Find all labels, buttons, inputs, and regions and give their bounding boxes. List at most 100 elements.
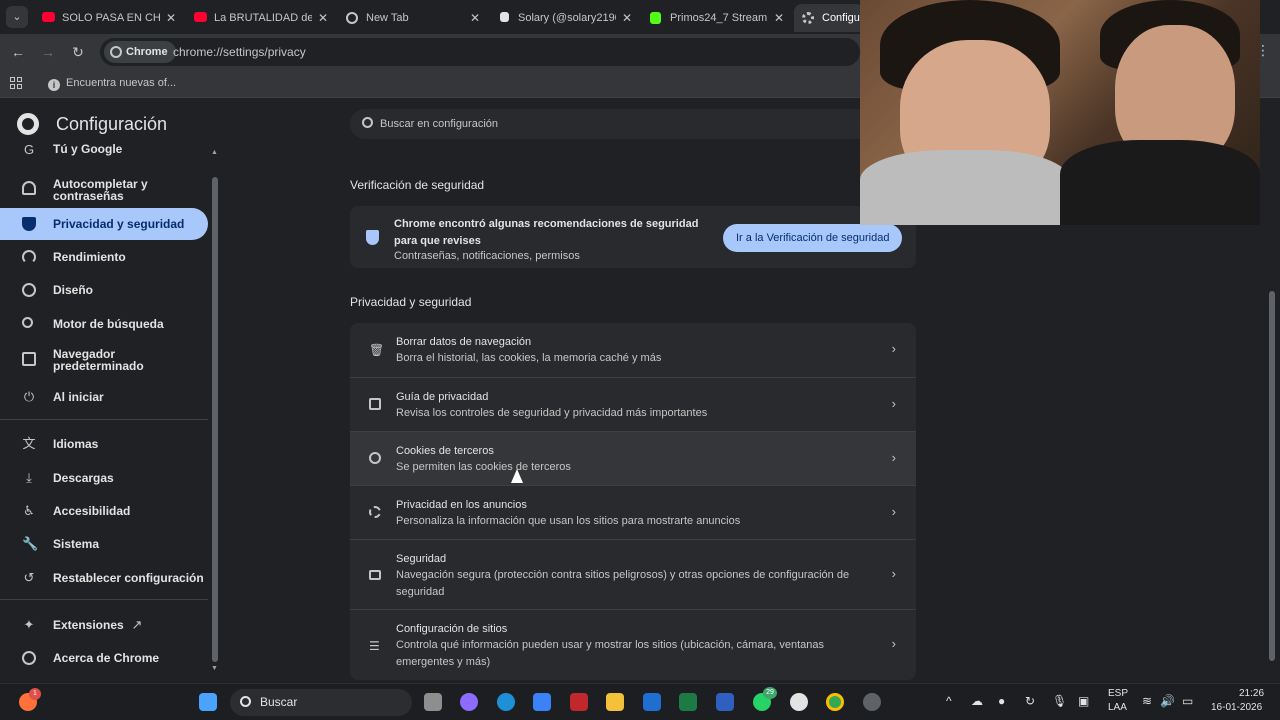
google-icon: G bbox=[23, 144, 35, 157]
outlook-icon[interactable] bbox=[643, 693, 661, 711]
row-privacidad-anuncios[interactable]: Privacidad en los anuncios Personaliza l… bbox=[350, 485, 916, 539]
reload-button[interactable]: ↻ bbox=[68, 42, 88, 62]
chevron-up-icon[interactable]: ^ bbox=[946, 694, 952, 708]
close-icon[interactable]: ✕ bbox=[774, 4, 784, 32]
obs-icon[interactable] bbox=[790, 693, 808, 711]
divider bbox=[0, 599, 208, 600]
sidebar-item-acerca[interactable]: Acerca de Chrome bbox=[0, 642, 208, 674]
taskbar: 1 Buscar 29 ^ ☁ ● ↻ 🎙 ▣ ESP LAA ≋ 🔊 ▭ 21… bbox=[0, 683, 1280, 720]
battery-icon[interactable]: ▭ bbox=[1182, 694, 1193, 708]
sidebar-item-sistema[interactable]: 🔧 Sistema bbox=[0, 528, 208, 560]
privacy-section-heading: Privacidad y seguridad bbox=[350, 295, 472, 309]
chevron-right-icon: › bbox=[891, 396, 896, 411]
edge-icon[interactable] bbox=[497, 693, 515, 711]
sidebar: G Tú y Google Autocompletar y contraseña… bbox=[0, 144, 210, 683]
sidebar-item-accesibilidad[interactable]: ♿ Accesibilidad bbox=[0, 495, 208, 527]
sidebar-item-label: Privacidad y seguridad bbox=[53, 217, 185, 231]
tab-search-button[interactable]: ⌄ bbox=[6, 6, 28, 28]
onedrive-icon[interactable]: ☁ bbox=[971, 694, 983, 708]
main-scrollbar[interactable] bbox=[1269, 151, 1275, 671]
forward-button[interactable]: → bbox=[38, 42, 58, 62]
sidebar-scrollbar[interactable]: ▲ ▼ bbox=[211, 149, 218, 672]
row-borrar-datos[interactable]: 🗑 Borrar datos de navegación Borra el hi… bbox=[350, 323, 916, 377]
sidebar-item-rendimiento[interactable]: Rendimiento bbox=[0, 241, 208, 273]
sidebar-item-privacidad[interactable]: Privacidad y seguridad bbox=[0, 208, 208, 240]
youtube-icon bbox=[194, 12, 207, 22]
sidebar-item-idiomas[interactable]: 文 Idiomas bbox=[0, 428, 208, 460]
scroll-down-icon[interactable]: ▼ bbox=[211, 665, 218, 672]
network-icon[interactable]: ▣ bbox=[1078, 694, 1089, 708]
bookmark-label: Encuentra nuevas of... bbox=[66, 77, 177, 89]
sidebar-item-diseno[interactable]: Diseño bbox=[0, 274, 208, 306]
row-cookies-terceros[interactable]: Cookies de terceros Se permiten las cook… bbox=[350, 431, 916, 485]
tab-solary[interactable]: Solary (@solary2190) ✕ bbox=[490, 4, 640, 32]
sidebar-item-label: Diseño bbox=[53, 283, 94, 297]
volume-icon[interactable]: 🔊 bbox=[1160, 694, 1175, 708]
settings-search-input[interactable]: Buscar en configuración bbox=[350, 109, 910, 139]
search-icon bbox=[362, 117, 373, 128]
store-icon[interactable] bbox=[533, 693, 551, 711]
sidebar-item-extensiones[interactable]: ✦ Extensiones ↗ bbox=[0, 609, 208, 641]
tab-solo-pasa[interactable]: SOLO PASA EN CHILE ✕ bbox=[34, 4, 184, 32]
apps-icon[interactable] bbox=[10, 77, 22, 89]
screen: ⌄ SOLO PASA EN CHILE ✕ La BRUTALIDAD de … bbox=[0, 0, 1280, 720]
word-icon[interactable] bbox=[716, 693, 734, 711]
go-to-safety-check-button[interactable]: Ir a la Verificación de seguridad bbox=[723, 224, 903, 252]
copilot-icon[interactable] bbox=[460, 693, 478, 711]
close-icon[interactable]: ✕ bbox=[318, 4, 328, 32]
chrome-icon[interactable] bbox=[826, 693, 844, 711]
address-bar[interactable]: Chrome chrome://settings/privacy bbox=[100, 38, 860, 66]
row-subtitle: Personaliza la información que usan los … bbox=[396, 515, 741, 527]
sidebar-item-label: Restablecer configuración bbox=[53, 571, 204, 585]
language-indicator[interactable]: ESP bbox=[1108, 688, 1128, 699]
sidebar-item-label: Navegador predeterminado bbox=[53, 347, 144, 373]
clock-time[interactable]: 21:26 bbox=[1239, 688, 1264, 699]
mcafee-tray-icon[interactable]: ● bbox=[998, 694, 1005, 708]
search-icon bbox=[22, 317, 33, 328]
mcafee-icon[interactable] bbox=[570, 693, 588, 711]
tab-brutalidad[interactable]: La BRUTALIDAD de V ✕ bbox=[186, 4, 336, 32]
open-in-new-icon: ↗ bbox=[131, 617, 143, 632]
file-explorer-icon[interactable] bbox=[606, 693, 624, 711]
excel-icon[interactable] bbox=[679, 693, 697, 711]
wifi-icon[interactable]: ≋ bbox=[1142, 694, 1152, 708]
row-title: Configuración de sitios bbox=[396, 623, 508, 635]
windows-start-icon[interactable] bbox=[199, 693, 217, 711]
close-icon[interactable]: ✕ bbox=[470, 4, 480, 32]
row-title: Seguridad bbox=[396, 553, 447, 565]
sidebar-item-label: Extensiones bbox=[53, 618, 124, 632]
sidebar-item-restablecer[interactable]: ↺ Restablecer configuración bbox=[0, 562, 208, 594]
sidebar-item-descargas[interactable]: ⤓ Descargas bbox=[0, 462, 208, 494]
tab-configuracion[interactable]: Configura bbox=[794, 4, 864, 32]
microphone-icon[interactable]: 🎙 bbox=[1052, 694, 1067, 708]
tab-primos[interactable]: Primos24_7 Stream - ✕ bbox=[642, 4, 792, 32]
keyboard-layout-indicator[interactable]: LAA bbox=[1108, 702, 1127, 713]
tab-new-tab[interactable]: New Tab ✕ bbox=[338, 4, 488, 32]
close-icon[interactable]: ✕ bbox=[622, 4, 632, 32]
sidebar-item-autocompletar[interactable]: Autocompletar y contraseñas bbox=[0, 172, 208, 208]
back-button[interactable]: ← bbox=[8, 42, 28, 62]
site-info-chip[interactable]: Chrome bbox=[104, 41, 176, 63]
row-guia-privacidad[interactable]: Guía de privacidad Revisa los controles … bbox=[350, 377, 916, 431]
notification-badge: 29 bbox=[763, 687, 777, 699]
taskbar-search-input[interactable]: Buscar bbox=[230, 689, 412, 716]
clock-date[interactable]: 16-01-2026 bbox=[1211, 702, 1262, 713]
task-view-icon[interactable] bbox=[424, 693, 442, 711]
sidebar-item-navegador[interactable]: Navegador predeterminado bbox=[0, 341, 208, 377]
search-placeholder: Buscar en configuración bbox=[380, 118, 499, 130]
url-text[interactable]: chrome://settings/privacy bbox=[173, 38, 306, 66]
scroll-up-icon[interactable]: ▲ bbox=[211, 149, 218, 156]
scrollbar-thumb[interactable] bbox=[212, 177, 218, 662]
row-seguridad[interactable]: Seguridad Navegación segura (protección … bbox=[350, 539, 916, 609]
settings-app-icon[interactable] bbox=[863, 693, 881, 711]
sync-icon[interactable]: ↻ bbox=[1025, 694, 1035, 708]
sidebar-item-tu-y-google[interactable]: G Tú y Google bbox=[0, 144, 208, 174]
row-configuracion-sitios[interactable]: ☰ Configuración de sitios Controla qué i… bbox=[350, 609, 916, 680]
sidebar-item-label: Rendimiento bbox=[53, 250, 126, 264]
sidebar-item-al-iniciar[interactable]: ⏻ Al iniciar bbox=[0, 381, 208, 413]
sidebar-item-motor-busqueda[interactable]: Motor de búsqueda bbox=[0, 308, 208, 340]
bookmark-item[interactable]: i Encuentra nuevas of... bbox=[48, 70, 176, 97]
close-icon[interactable]: ✕ bbox=[166, 4, 176, 32]
scrollbar-thumb[interactable] bbox=[1269, 291, 1275, 661]
row-title: Privacidad en los anuncios bbox=[396, 499, 527, 511]
